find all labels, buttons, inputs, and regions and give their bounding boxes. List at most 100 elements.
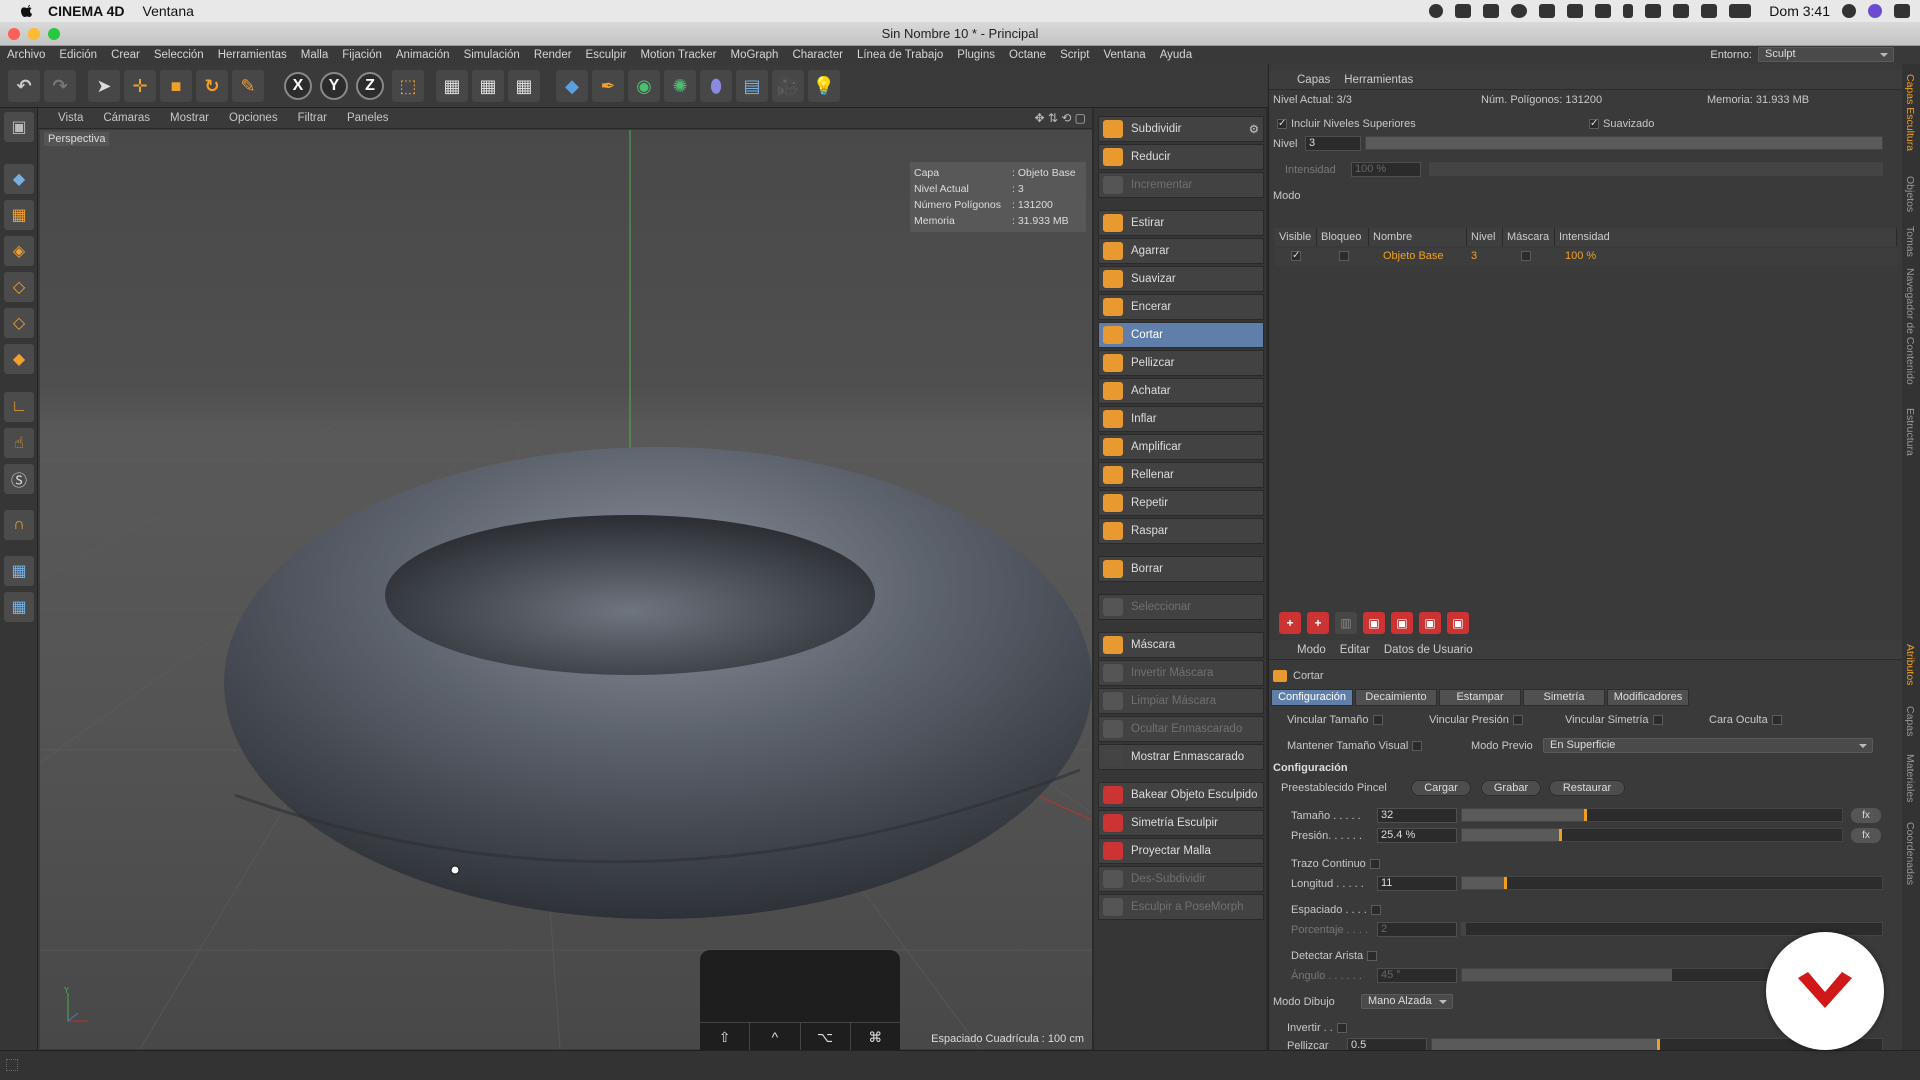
- attr-tab-configuracion[interactable]: Configuración: [1271, 689, 1353, 706]
- move-icon[interactable]: ✛: [124, 70, 156, 102]
- side-tab-tomas[interactable]: Tomas: [1904, 226, 1916, 257]
- creative-cloud-icon[interactable]: [1511, 4, 1528, 18]
- checkbox[interactable]: [1512, 715, 1523, 726]
- checkbox[interactable]: [1367, 951, 1378, 962]
- floor-icon[interactable]: ▤: [736, 70, 768, 102]
- lock-checkbox[interactable]: [1339, 251, 1349, 261]
- table-row[interactable]: Objeto Base 3 100 %: [1275, 248, 1897, 266]
- checkbox[interactable]: [1336, 1023, 1347, 1034]
- invertir-checkbox[interactable]: Invertir . .: [1287, 1022, 1351, 1034]
- column-bloqueo[interactable]: Bloqueo: [1317, 228, 1369, 246]
- render-picture-viewer-icon[interactable]: ▦: [472, 70, 504, 102]
- checkbox[interactable]: [1277, 119, 1287, 130]
- workplane-mode-icon[interactable]: ◈: [4, 236, 34, 266]
- presion-fx-button[interactable]: fx: [1851, 828, 1881, 843]
- rss-icon[interactable]: [1539, 4, 1556, 18]
- add-folder-icon[interactable]: +: [1307, 612, 1329, 634]
- menu-ventana[interactable]: Ventana: [1096, 49, 1152, 61]
- viewport-menu-mostrar[interactable]: Mostrar: [170, 112, 209, 124]
- cloner-icon[interactable]: ✺: [664, 70, 696, 102]
- sculpt-tool-suavizar[interactable]: Suavizar: [1098, 266, 1264, 292]
- sculpt-tool-agarrar[interactable]: Agarrar: [1098, 238, 1264, 264]
- menu-script[interactable]: Script: [1053, 49, 1096, 61]
- side-tab-capas-escultura[interactable]: Capas Escultura: [1904, 74, 1916, 151]
- column-visible[interactable]: Visible: [1275, 228, 1317, 246]
- grid-lock-icon[interactable]: ▦: [4, 592, 34, 622]
- rotate-icon[interactable]: ↻: [196, 70, 228, 102]
- side-tab-atributos[interactable]: Atributos: [1904, 644, 1916, 685]
- sculpt-tool-raspar[interactable]: Raspar: [1098, 518, 1264, 544]
- sculpt-tool-proyectar-malla[interactable]: Proyectar Malla: [1098, 838, 1264, 864]
- sculpt-tool-mascara[interactable]: Máscara: [1098, 632, 1264, 658]
- airplay-icon[interactable]: [1673, 4, 1690, 18]
- sculpt-tool-mostrar-enmascarado[interactable]: Mostrar Enmascarado: [1098, 744, 1264, 770]
- battery-icon[interactable]: [1729, 4, 1752, 18]
- detectar-arista-checkbox[interactable]: Detectar Arista: [1291, 950, 1381, 962]
- menu-mograph[interactable]: MoGraph: [724, 49, 786, 61]
- vincular-simetria-checkbox[interactable]: Vincular Simetría: [1565, 714, 1667, 726]
- sculpt-tool-repetir[interactable]: Repetir: [1098, 490, 1264, 516]
- axis-mode-icon[interactable]: ∟: [4, 392, 34, 422]
- nivel-input[interactable]: 3: [1305, 136, 1361, 151]
- tab-herramientas[interactable]: Herramientas: [1344, 74, 1413, 86]
- menu-seleccion[interactable]: Selección: [147, 49, 211, 61]
- undo-icon[interactable]: ↶: [8, 70, 40, 102]
- sculpt-tool-limpiar-mascara[interactable]: Limpiar Máscara: [1098, 688, 1264, 714]
- menu-edicion[interactable]: Edición: [52, 49, 104, 61]
- side-tab-materiales[interactable]: Materiales: [1904, 754, 1916, 802]
- layer-action-icon[interactable]: ▣: [1363, 612, 1385, 634]
- attr-menu-modo[interactable]: Modo: [1297, 644, 1326, 656]
- angulo-input[interactable]: 45 °: [1377, 968, 1457, 983]
- sculpt-tool-des-subdividir[interactable]: Des-Subdividir: [1098, 866, 1264, 892]
- camera-icon[interactable]: 🎥: [772, 70, 804, 102]
- intensidad-input[interactable]: 100 %: [1351, 162, 1421, 177]
- attr-tab-decaimiento[interactable]: Decaimiento: [1355, 689, 1437, 706]
- light-icon[interactable]: 💡: [808, 70, 840, 102]
- polygons-mode-icon[interactable]: ◆: [4, 344, 34, 374]
- sculpt-tool-encerar[interactable]: Encerar: [1098, 294, 1264, 320]
- menu-ayuda[interactable]: Ayuda: [1153, 49, 1199, 61]
- close-window-button[interactable]: [8, 28, 20, 40]
- sculpt-tool-seleccionar[interactable]: Seleccionar: [1098, 594, 1264, 620]
- porcentaje-input[interactable]: 2: [1377, 922, 1457, 937]
- sculpt-tool-pellizcar[interactable]: Pellizcar: [1098, 350, 1264, 376]
- axis-y-toggle[interactable]: Y: [320, 72, 348, 100]
- wifi-icon[interactable]: [1645, 4, 1662, 18]
- clock[interactable]: Dom 3:41: [1769, 3, 1830, 19]
- axis-z-toggle[interactable]: Z: [356, 72, 384, 100]
- viewport-nav-icons[interactable]: ✥ ⇅ ⟲ ▢: [1034, 111, 1086, 125]
- side-tab-estructura[interactable]: Estructura: [1904, 408, 1916, 456]
- menu-simulacion[interactable]: Simulación: [457, 49, 527, 61]
- zoom-window-button[interactable]: [48, 28, 60, 40]
- viewport-menu-camaras[interactable]: Cámaras: [103, 112, 150, 124]
- environment-dropdown[interactable]: Sculpt: [1758, 47, 1894, 62]
- snap-icon[interactable]: Ⓢ: [4, 464, 34, 494]
- sculpt-tool-estirar[interactable]: Estirar: [1098, 210, 1264, 236]
- viewport-menu-paneles[interactable]: Paneles: [347, 112, 389, 124]
- nivel-slider[interactable]: [1365, 136, 1883, 150]
- menu-esculpir[interactable]: Esculpir: [579, 49, 634, 61]
- pen-spline-icon[interactable]: ✒: [592, 70, 624, 102]
- slider-handle[interactable]: [1504, 877, 1507, 889]
- vincular-presion-checkbox[interactable]: Vincular Presión: [1429, 714, 1527, 726]
- incluir-niveles-checkbox[interactable]: Incluir Niveles Superiores: [1273, 118, 1416, 130]
- menu-animacion[interactable]: Animación: [389, 49, 457, 61]
- texture-mode-icon[interactable]: ▦: [4, 200, 34, 230]
- slider-handle[interactable]: [1583, 809, 1587, 821]
- points-mode-icon[interactable]: ◇: [4, 272, 34, 302]
- menu-crear[interactable]: Crear: [104, 49, 147, 61]
- add-layer-icon[interactable]: +: [1279, 612, 1301, 634]
- sculpt-tool-achatar[interactable]: Achatar: [1098, 378, 1264, 404]
- sculpt-tool-cortar[interactable]: Cortar: [1098, 322, 1264, 348]
- sculpt-tool-invertir-mascara[interactable]: Invertir Máscara: [1098, 660, 1264, 686]
- settings-gear-icon[interactable]: ⚙: [1249, 122, 1259, 136]
- checkbox[interactable]: [1370, 905, 1381, 916]
- sculpt-tool-posemorph[interactable]: Esculpir a PoseMorph: [1098, 894, 1264, 920]
- side-tab-capas[interactable]: Capas: [1904, 706, 1916, 736]
- render-settings-icon[interactable]: ▦: [508, 70, 540, 102]
- sculpt-tool-incrementar[interactable]: Incrementar: [1098, 172, 1264, 198]
- delete-layer-icon[interactable]: ▥: [1335, 612, 1357, 634]
- checkbox[interactable]: [1412, 741, 1423, 752]
- coordinate-system-icon[interactable]: ⬚: [392, 70, 424, 102]
- column-nombre[interactable]: Nombre: [1369, 228, 1467, 246]
